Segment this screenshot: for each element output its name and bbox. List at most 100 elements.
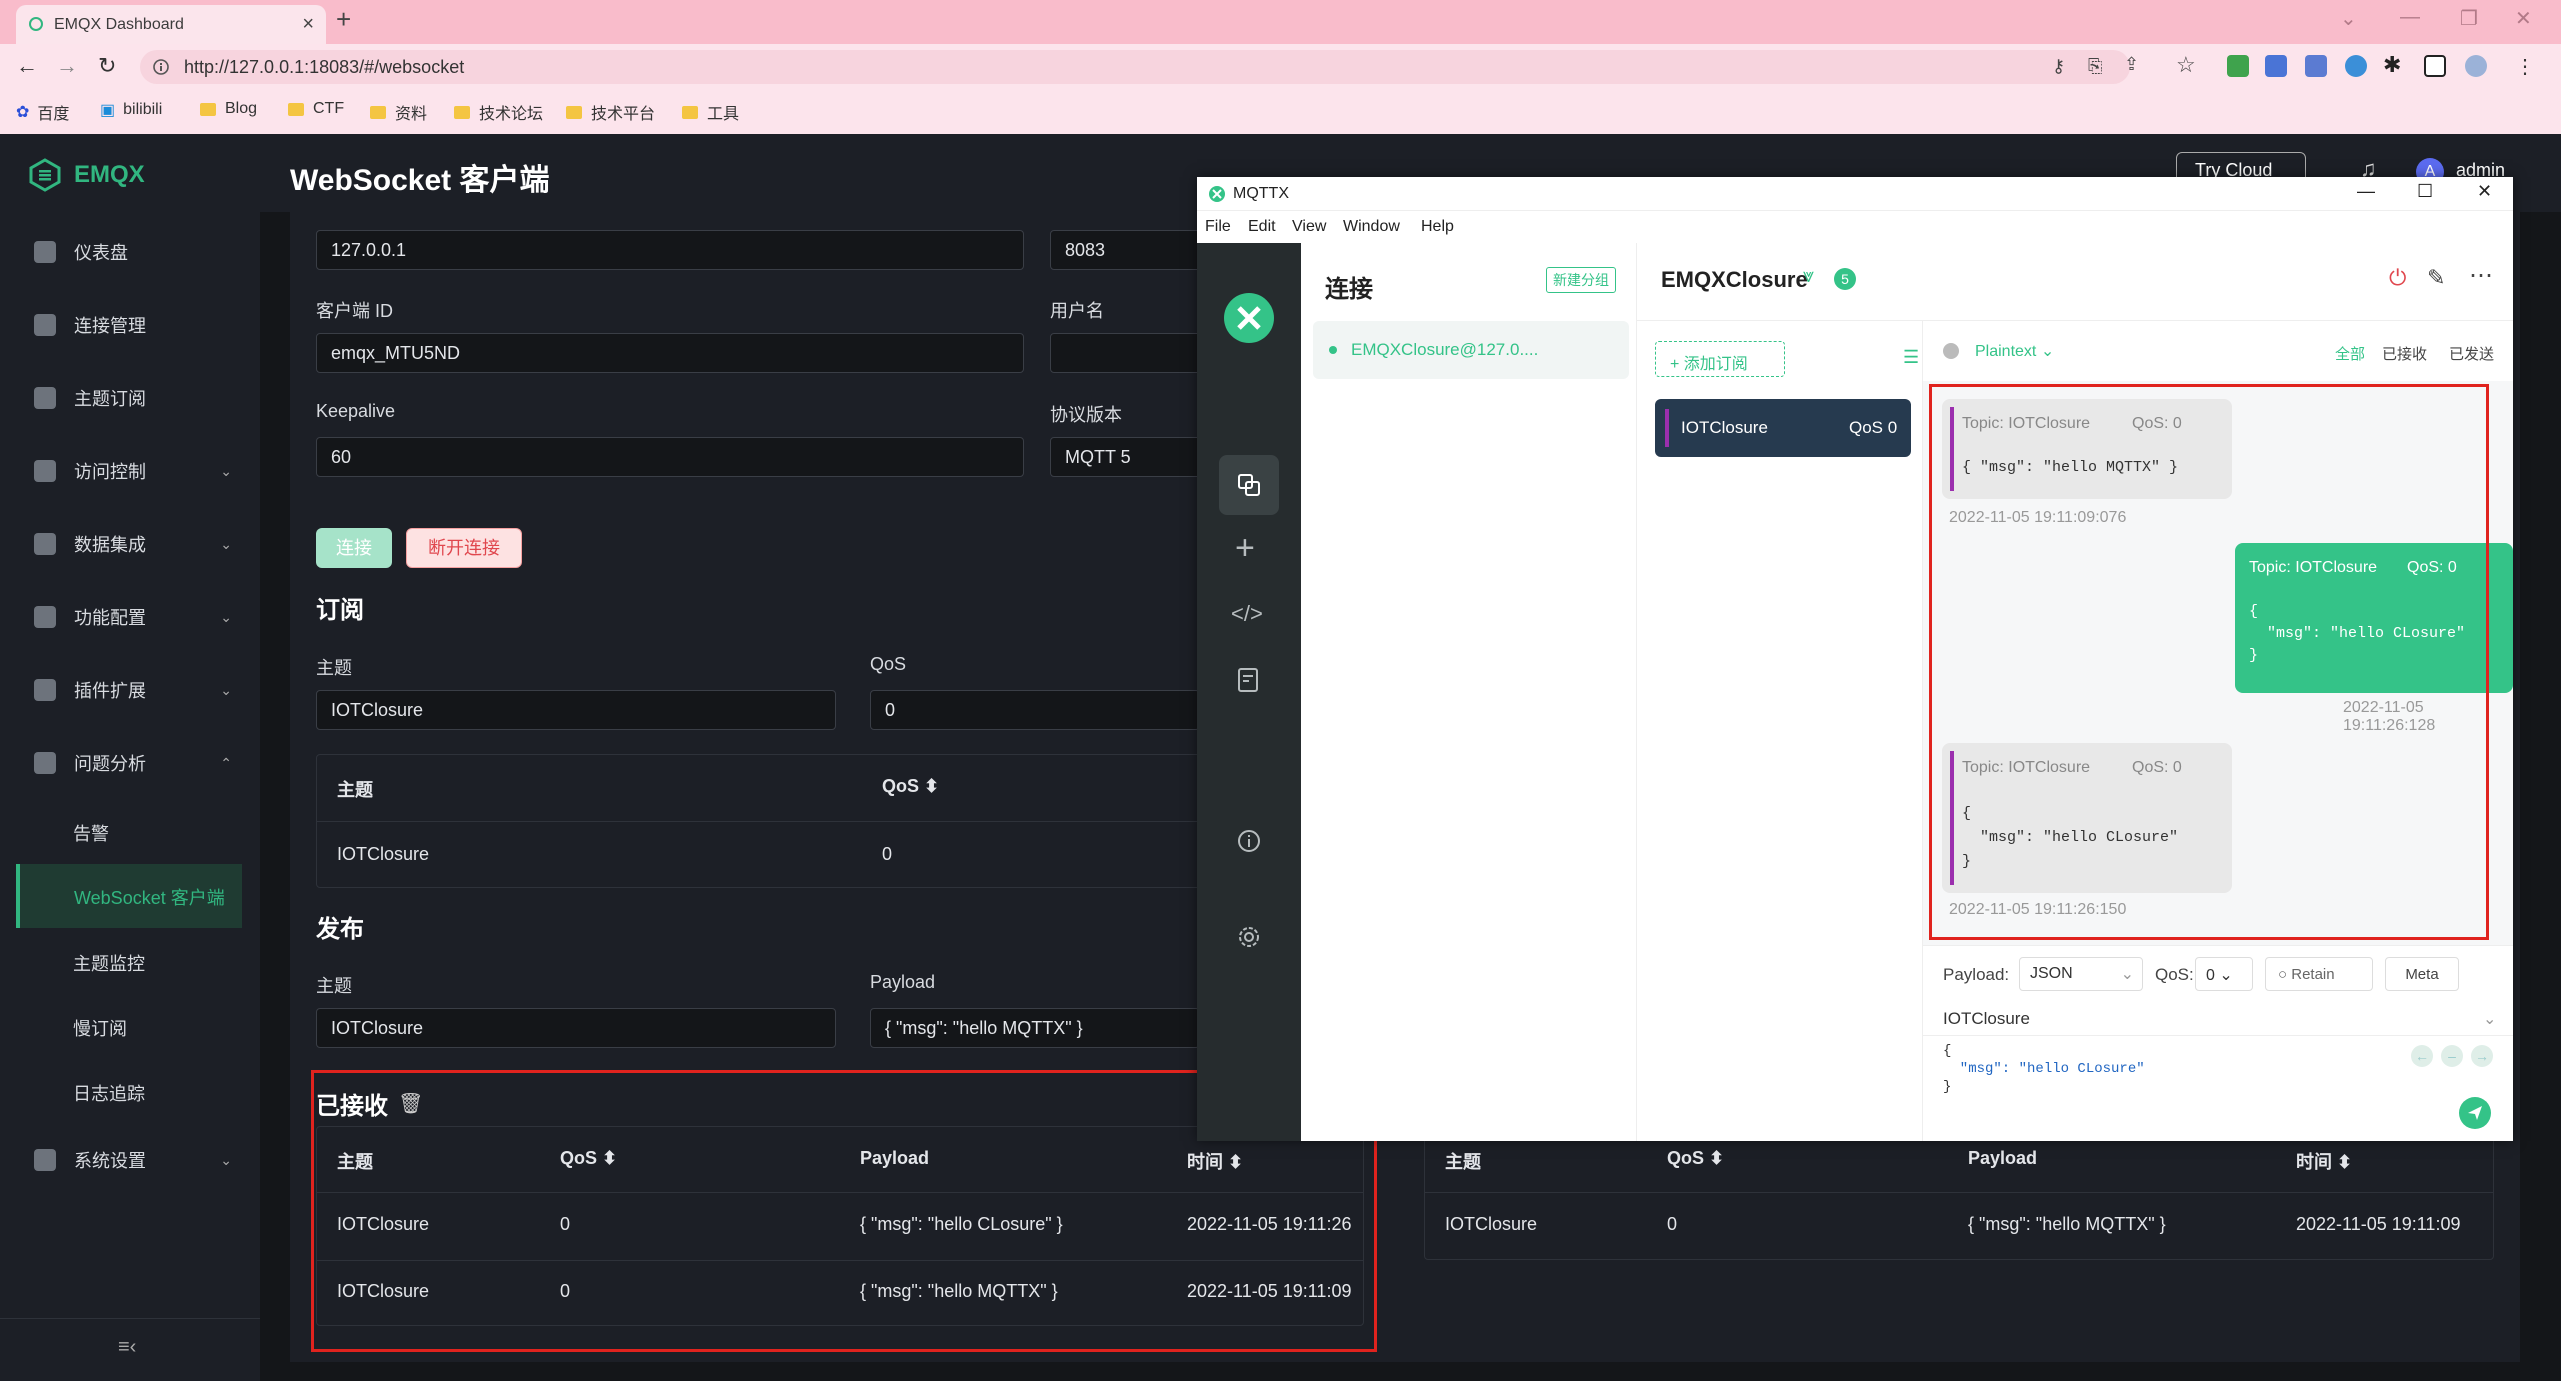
menu-file[interactable]: File bbox=[1205, 218, 1231, 236]
keepalive-input[interactable]: 60 bbox=[316, 437, 1024, 477]
sidebar-sub-log-trace[interactable]: 日志追踪 bbox=[73, 1080, 145, 1106]
sidebar-item-dashboard[interactable]: 仪表盘 bbox=[0, 232, 260, 272]
sent-header-qos[interactable]: QoS ⬍ bbox=[1667, 1148, 1724, 1169]
tab-search-icon[interactable]: ⌄ bbox=[2340, 6, 2357, 31]
extension-shield-icon[interactable] bbox=[2227, 55, 2249, 77]
client-id-input[interactable]: emqx_MTU5ND bbox=[316, 333, 1024, 373]
sidebar-item-plugins[interactable]: 插件扩展 ⌄ bbox=[0, 670, 260, 710]
sent-row-payload: { "msg": "hello MQTTX" } bbox=[1968, 1214, 2166, 1234]
payload-type-select[interactable]: JSON ⌄ bbox=[2019, 957, 2143, 991]
collapse-arrows-icon[interactable]: ⩔ bbox=[1803, 265, 1814, 288]
sidebar-sub-websocket-active[interactable]: WebSocket 客户端 bbox=[16, 864, 242, 928]
mqttx-logo-icon[interactable] bbox=[1224, 293, 1274, 343]
bookmark-resources[interactable]: 资料 bbox=[370, 100, 427, 124]
sidebar-sub-topic-metrics[interactable]: 主题监控 bbox=[73, 950, 145, 976]
bookmark-forum[interactable]: 技术论坛 bbox=[454, 100, 543, 124]
connection-item[interactable]: EMQXClosure@127.0.... bbox=[1313, 321, 1629, 379]
payload-format-select[interactable]: Plaintext ⌄ bbox=[1975, 341, 2054, 361]
send-message-icon[interactable] bbox=[2459, 1097, 2491, 1129]
more-options-icon[interactable]: ⋯ bbox=[2469, 261, 2493, 290]
sidebar-item-system-settings[interactable]: 系统设置 ⌄ bbox=[0, 1140, 260, 1180]
extension-cloud-icon[interactable] bbox=[2345, 55, 2367, 77]
menu-edit[interactable]: Edit bbox=[1248, 218, 1276, 236]
browser-menu-icon[interactable]: ⋮ bbox=[2515, 54, 2535, 79]
publish-topic-input[interactable]: IOTClosure bbox=[1943, 1009, 2030, 1029]
history-back-icon[interactable]: ← bbox=[2411, 1045, 2433, 1067]
extension-translate-icon[interactable] bbox=[2265, 55, 2287, 77]
script-code-icon[interactable]: </> bbox=[1231, 601, 1263, 627]
connect-button[interactable]: 连接 bbox=[316, 528, 392, 568]
sub-qos-select[interactable]: 0 bbox=[870, 690, 1200, 730]
log-file-icon[interactable] bbox=[1237, 667, 1261, 693]
sidebar-item-subscriptions[interactable]: 主题订阅 bbox=[0, 378, 260, 418]
info-icon[interactable] bbox=[1237, 829, 1261, 853]
bookmark-star-icon[interactable]: ☆ bbox=[2176, 52, 2196, 78]
clear-history-icon[interactable] bbox=[1943, 343, 1959, 359]
mqttx-minimize-icon[interactable]: — bbox=[2357, 181, 2375, 202]
profile-avatar-icon[interactable] bbox=[2465, 55, 2487, 77]
restore-icon[interactable]: ❐ bbox=[2460, 6, 2478, 31]
bookmark-tools[interactable]: 工具 bbox=[682, 100, 739, 124]
bookmark-ctf[interactable]: CTF bbox=[288, 100, 344, 118]
subscription-list-icon[interactable]: ☰ bbox=[1903, 347, 1919, 368]
sidebar-item-data-integration[interactable]: 数据集成 ⌄ bbox=[0, 524, 260, 564]
sidebar-item-access-control[interactable]: 访问控制 ⌄ bbox=[0, 451, 260, 491]
sidebar-sub-alarms[interactable]: 告警 bbox=[73, 820, 109, 846]
history-forward-icon[interactable]: → bbox=[2471, 1045, 2493, 1067]
filter-sent[interactable]: 已发送 bbox=[2449, 343, 2494, 364]
bookmark-blog[interactable]: Blog bbox=[200, 100, 257, 118]
extension-calendar-icon[interactable] bbox=[2305, 55, 2327, 77]
sidebar-item-diagnose[interactable]: 问题分析 ⌃ bbox=[0, 743, 260, 783]
site-info-icon[interactable] bbox=[152, 58, 170, 76]
sub-table-header-qos[interactable]: QoS ⬍ bbox=[882, 776, 939, 797]
browser-tab[interactable]: EMQX Dashboard × bbox=[16, 5, 326, 44]
sidebar-item-connections[interactable]: 连接管理 bbox=[0, 305, 260, 345]
new-connection-icon[interactable]: + bbox=[1235, 529, 1255, 568]
extensions-puzzle-icon[interactable]: ✱ bbox=[2383, 52, 2401, 78]
bookmark-baidu[interactable]: ✿ 百度 bbox=[16, 100, 69, 124]
bookmark-platform[interactable]: 技术平台 bbox=[566, 100, 655, 124]
sent-header-time[interactable]: 时间 ⬍ bbox=[2296, 1148, 2352, 1174]
close-window-icon[interactable]: ✕ bbox=[2515, 6, 2532, 31]
pub-topic-input[interactable]: IOTClosure bbox=[316, 1008, 836, 1048]
sub-topic-input[interactable]: IOTClosure bbox=[316, 690, 836, 730]
menu-view[interactable]: View bbox=[1292, 218, 1326, 236]
key-icon[interactable]: ⚷ bbox=[2052, 56, 2065, 77]
filter-received[interactable]: 已接收 bbox=[2382, 343, 2427, 364]
history-clear-icon[interactable]: – bbox=[2441, 1045, 2463, 1067]
disconnect-button[interactable]: 断开连接 bbox=[406, 528, 522, 568]
edit-pencil-icon[interactable]: ✎ bbox=[2427, 265, 2445, 291]
bookmark-bilibili[interactable]: ▣ bilibili bbox=[100, 100, 162, 120]
mqttx-maximize-icon[interactable]: ☐ bbox=[2417, 181, 2433, 202]
settings-gear-icon[interactable] bbox=[1237, 925, 1261, 949]
emqx-logo[interactable]: EMQX bbox=[28, 158, 145, 192]
sidebar-sub-slow-subscriptions[interactable]: 慢订阅 bbox=[73, 1015, 127, 1041]
qos-select[interactable]: 0 ⌄ bbox=[2195, 957, 2253, 991]
mqttx-main: EMQXClosure ⩔ 5 ⏻ ✎ ⋯ + 添加订阅 ☰ IOTClosur… bbox=[1637, 243, 2513, 1141]
back-icon[interactable]: ← bbox=[16, 53, 38, 79]
new-group-button[interactable]: 新建分组 bbox=[1546, 267, 1616, 293]
translate-icon[interactable]: ⎘ bbox=[2088, 56, 2102, 77]
filter-all[interactable]: 全部 bbox=[2335, 343, 2365, 364]
new-tab-button[interactable]: + bbox=[336, 4, 351, 35]
menu-help[interactable]: Help bbox=[1421, 218, 1454, 236]
close-tab-icon[interactable]: × bbox=[302, 13, 314, 36]
host-input[interactable]: 127.0.0.1 bbox=[316, 230, 1024, 270]
mqttx-close-icon[interactable]: ✕ bbox=[2477, 181, 2492, 202]
subscription-item[interactable]: IOTClosure QoS 0 bbox=[1655, 399, 1911, 457]
menu-window[interactable]: Window bbox=[1343, 218, 1400, 236]
connections-nav-button[interactable] bbox=[1219, 455, 1279, 515]
reload-icon[interactable]: ↻ bbox=[98, 53, 116, 79]
collapse-icon[interactable]: ≡‹ bbox=[118, 1336, 136, 1359]
sidebar-item-configuration[interactable]: 功能配置 ⌄ bbox=[0, 597, 260, 637]
retain-toggle[interactable]: ○ Retain bbox=[2265, 957, 2373, 991]
minimize-icon[interactable]: — bbox=[2400, 6, 2420, 29]
pub-payload-input[interactable]: { "msg": "hello MQTTX" } bbox=[870, 1008, 1200, 1048]
power-disconnect-icon[interactable]: ⏻ bbox=[2389, 265, 2406, 291]
share-icon[interactable]: ⇪ bbox=[2124, 54, 2139, 75]
forward-icon[interactable]: → bbox=[56, 53, 78, 79]
chevron-down-icon[interactable]: ⌄ bbox=[2483, 1009, 2496, 1029]
meta-button[interactable]: Meta bbox=[2385, 957, 2459, 991]
add-subscription-button[interactable]: + 添加订阅 bbox=[1655, 341, 1785, 377]
sidepanel-icon[interactable] bbox=[2424, 55, 2446, 77]
